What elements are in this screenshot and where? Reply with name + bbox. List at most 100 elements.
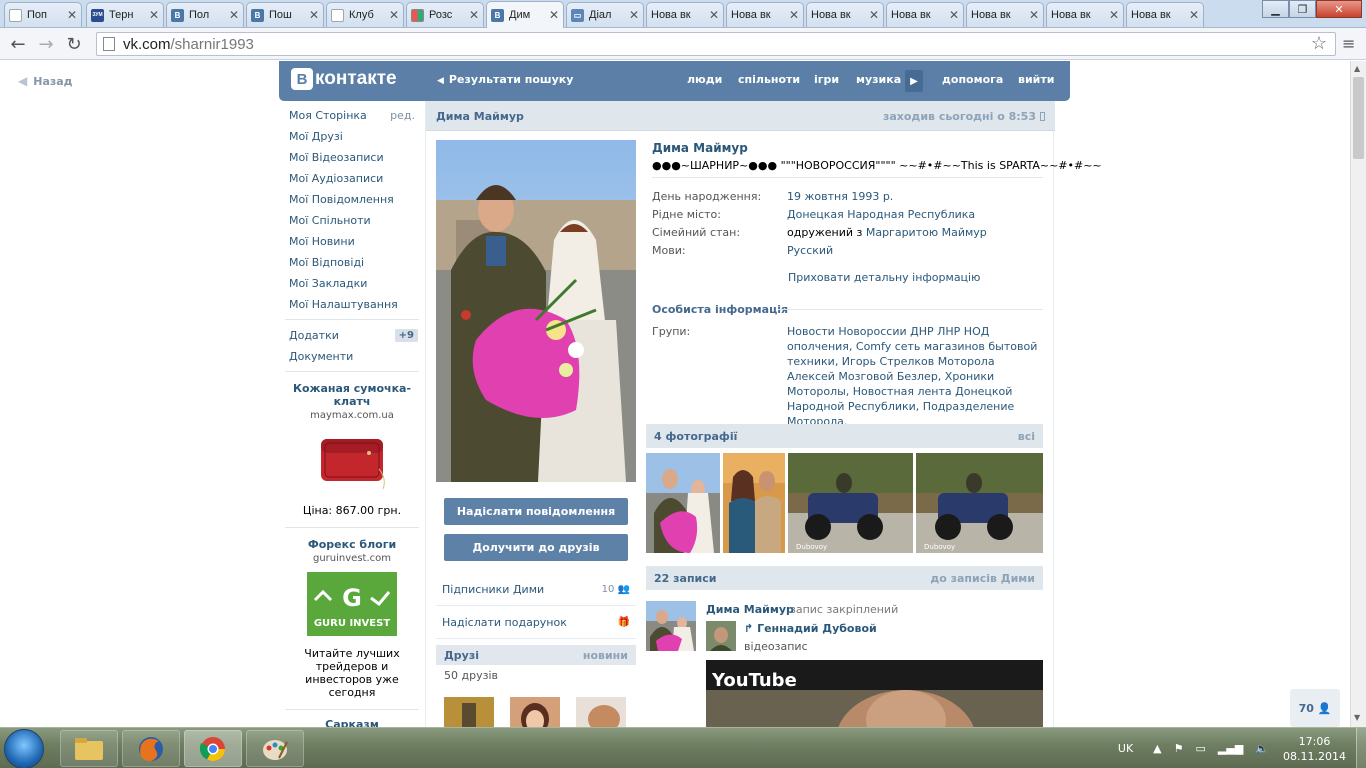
volume-icon[interactable]: 🔈: [1255, 742, 1269, 755]
network-signal-icon[interactable]: ▂▄▆: [1218, 742, 1243, 755]
maximize-button[interactable]: ❐: [1289, 0, 1316, 18]
paint-icon[interactable]: [246, 730, 304, 767]
photos-section-header[interactable]: 4 фотографії всі: [646, 424, 1043, 448]
show-hidden-icons-icon[interactable]: ▲: [1153, 742, 1161, 755]
ad-title[interactable]: Форекс блоги: [285, 538, 419, 551]
browser-tab[interactable]: Нова вк ✕: [646, 2, 724, 27]
chrome-icon[interactable]: [184, 730, 242, 767]
browser-tab[interactable]: В Пол ✕: [166, 2, 244, 27]
browser-tab[interactable]: Нова вк ✕: [806, 2, 884, 27]
music-play-icon[interactable]: ▶: [905, 70, 923, 92]
sidebar-item-friends[interactable]: Мої Друзі: [285, 126, 419, 147]
nav-help[interactable]: допомога: [942, 73, 1003, 86]
hide-details-link[interactable]: Приховати детальну інформацію: [788, 271, 980, 284]
edit-link[interactable]: ред.: [390, 109, 415, 122]
followers-link[interactable]: Підписники Дими 10 👥: [436, 574, 636, 606]
nav-people[interactable]: люди: [687, 73, 722, 86]
tab-close-icon[interactable]: ✕: [629, 8, 639, 22]
browser-tab-active[interactable]: В Дим ✕: [486, 1, 564, 28]
ad-title[interactable]: Сарказм: [285, 718, 419, 727]
sidebar-item-news[interactable]: Мої Новини: [285, 231, 419, 252]
firefox-icon[interactable]: [122, 730, 180, 767]
sidebar-item-communities[interactable]: Мої Спільноти: [285, 210, 419, 231]
wall-title[interactable]: 22 записи: [654, 572, 717, 585]
post-author-avatar[interactable]: [646, 601, 696, 651]
repost-author-name[interactable]: Геннадий Дубовой: [757, 622, 877, 635]
page-scrollbar[interactable]: ▲ ▼: [1350, 61, 1366, 727]
sidebar-item-apps[interactable]: Додатки +9: [285, 325, 419, 346]
wall-section-header[interactable]: 22 записи до записів Дими: [646, 566, 1043, 590]
friend-avatar[interactable]: [444, 697, 494, 727]
language-indicator[interactable]: UK: [1118, 742, 1133, 755]
video-preview[interactable]: YouTube: [706, 660, 1043, 727]
nav-communities[interactable]: спільноти: [738, 73, 800, 86]
add-friend-button[interactable]: Долучити до друзів: [444, 534, 628, 561]
groups-value[interactable]: Новости Новороссии ДНР ЛНР НОД ополчения…: [787, 324, 1043, 429]
sidebar-item-messages[interactable]: Мої Повідомлення: [285, 189, 419, 210]
ad-title[interactable]: Кожаная сумочка-клатч: [285, 382, 419, 408]
explorer-icon[interactable]: [60, 730, 118, 767]
photo-thumbnail[interactable]: [646, 453, 720, 553]
tab-close-icon[interactable]: ✕: [67, 8, 77, 22]
scroll-down-icon[interactable]: ▼: [1354, 713, 1360, 722]
birthday-value[interactable]: 19 жовтня 1993 р.: [787, 190, 893, 203]
tab-close-icon[interactable]: ✕: [389, 8, 399, 22]
profile-photo[interactable]: [436, 140, 636, 482]
nav-games[interactable]: ігри: [814, 73, 839, 86]
ad-guru-invest[interactable]: Форекс блоги guruinvest.com G GURU INVES…: [285, 538, 419, 710]
sidebar-item-audio[interactable]: Мої Аудіозаписи: [285, 168, 419, 189]
sidebar-item-bookmarks[interactable]: Мої Закладки: [285, 273, 419, 294]
battery-icon[interactable]: ▭: [1196, 742, 1206, 755]
photos-all-link[interactable]: всі: [1018, 430, 1035, 443]
send-gift-link[interactable]: Надіслати подарунок 🎁: [436, 607, 636, 639]
notification-counter[interactable]: 70 👤: [1290, 689, 1340, 727]
sidebar-item-replies[interactable]: Мої Відповіді: [285, 252, 419, 273]
repost-author-avatar[interactable]: [706, 621, 736, 651]
tab-close-icon[interactable]: ✕: [1029, 8, 1039, 22]
send-message-button[interactable]: Надіслати повідомлення: [444, 498, 628, 525]
browser-tab[interactable]: Клуб ✕: [326, 2, 404, 27]
browser-tab[interactable]: В Пош ✕: [246, 2, 324, 27]
tab-close-icon[interactable]: ✕: [949, 8, 959, 22]
repost-author[interactable]: ↱ Геннадий Дубовой: [744, 622, 877, 635]
photo-thumbnail[interactable]: Dubovoy: [788, 453, 913, 553]
tab-close-icon[interactable]: ✕: [1109, 8, 1119, 22]
back-arrow-icon[interactable]: ←: [6, 32, 30, 56]
browser-tab[interactable]: Розс ✕: [406, 2, 484, 27]
sidebar-item-my-page[interactable]: Моя Сторінка ред.: [285, 105, 419, 126]
vk-logo[interactable]: Вконтакте: [291, 68, 397, 90]
wall-all-link[interactable]: до записів Дими: [930, 572, 1035, 585]
browser-tab[interactable]: Нова вк ✕: [726, 2, 804, 27]
browser-tab[interactable]: Поп ✕: [4, 2, 82, 27]
address-bar[interactable]: vk.com/sharnir1993 ☆: [96, 32, 1336, 56]
partner-link[interactable]: Маргаритою Маймур: [866, 226, 987, 239]
ad-clutch-bag[interactable]: Кожаная сумочка-клатч maymax.com.ua Ціна…: [285, 382, 419, 528]
minimize-button[interactable]: ▁: [1262, 0, 1289, 18]
browser-menu-icon[interactable]: ≡: [1342, 34, 1358, 53]
show-desktop-button[interactable]: [1356, 728, 1366, 768]
tab-close-icon[interactable]: ✕: [709, 8, 719, 22]
bookmark-star-icon[interactable]: ☆: [1311, 33, 1327, 54]
browser-tab[interactable]: ЗУМ Терн ✕: [86, 2, 164, 27]
red-bag-image[interactable]: [307, 429, 397, 493]
tab-close-icon[interactable]: ✕: [549, 8, 559, 22]
friends-title[interactable]: Друзі: [444, 649, 479, 662]
photo-thumbnail[interactable]: Dubovoy: [916, 453, 1043, 553]
tab-close-icon[interactable]: ✕: [149, 8, 159, 22]
forward-arrow-icon[interactable]: →: [34, 32, 58, 56]
sidebar-item-videos[interactable]: Мої Відеозаписи: [285, 147, 419, 168]
scroll-up-icon[interactable]: ▲: [1354, 64, 1360, 73]
languages-value[interactable]: Русский: [787, 244, 833, 257]
photo-thumbnail[interactable]: [723, 453, 785, 553]
tab-close-icon[interactable]: ✕: [869, 8, 879, 22]
scrollbar-thumb[interactable]: [1353, 77, 1364, 159]
friend-avatar[interactable]: [510, 697, 560, 727]
photos-title[interactable]: 4 фотографії: [654, 430, 737, 443]
nav-logout[interactable]: вийти: [1018, 73, 1054, 86]
browser-tab[interactable]: Нова вк ✕: [1126, 2, 1204, 27]
start-button[interactable]: [4, 729, 44, 768]
tab-close-icon[interactable]: ✕: [309, 8, 319, 22]
back-link[interactable]: ◀ Назад: [18, 74, 73, 88]
friend-avatar[interactable]: [576, 697, 626, 727]
guru-invest-logo[interactable]: G GURU INVEST: [307, 572, 397, 636]
